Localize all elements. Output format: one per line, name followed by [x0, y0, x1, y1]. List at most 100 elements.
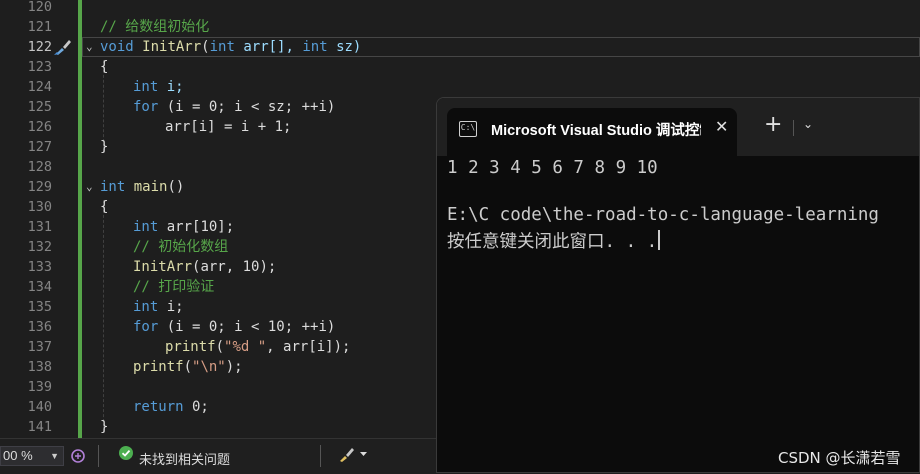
- code-text: arr[i] = i + 1;: [165, 119, 292, 135]
- line-number: 138: [27, 359, 52, 375]
- line-number: 129: [27, 179, 52, 195]
- indent-guide: [103, 200, 104, 432]
- line-number: 120: [27, 0, 52, 15]
- status-separator: [320, 445, 321, 467]
- line-number: 127: [27, 139, 52, 155]
- watermark: CSDN @长潇若雪: [778, 449, 901, 467]
- comment: // 打印验证: [133, 279, 215, 295]
- line-number: 126: [27, 119, 52, 135]
- keyword: for: [133, 319, 159, 335]
- code-text: );: [225, 359, 243, 375]
- code-line-124: int i;: [133, 77, 184, 97]
- tab-title: Microsoft Visual Studio 调试控制台: [491, 123, 701, 139]
- code-line-140: return 0;: [133, 397, 209, 417]
- keyword: int: [133, 79, 159, 95]
- console-prompt-text: 按任意键关闭此窗口. . .: [447, 232, 658, 252]
- line-number: 131: [27, 219, 52, 235]
- code-line-131: int arr[10];: [133, 217, 234, 237]
- line-number: 124: [27, 79, 52, 95]
- line-number: 123: [27, 59, 52, 75]
- line-number: 139: [27, 379, 52, 395]
- code-line-121: // 给数组初始化: [100, 17, 209, 37]
- punct: (: [201, 39, 210, 55]
- string-literal: "\n": [192, 359, 226, 375]
- comment: // 给数组初始化: [100, 19, 210, 35]
- code-line-127: }: [100, 137, 108, 157]
- line-number: 132: [27, 239, 52, 255]
- line-number: 130: [27, 199, 52, 215]
- line-number: 137: [27, 339, 52, 355]
- keyword: int: [100, 179, 126, 195]
- brace: {: [100, 199, 109, 215]
- code-line-134: // 打印验证: [133, 277, 214, 297]
- keyword: void: [100, 39, 134, 55]
- console-output-line: 1 2 3 4 5 6 7 8 9 10: [447, 158, 658, 178]
- line-number: 136: [27, 319, 52, 335]
- line-number: 134: [27, 279, 52, 295]
- brace: {: [100, 59, 109, 75]
- zoom-select[interactable]: 00 % ▼: [0, 446, 64, 466]
- line-number: 141: [27, 419, 52, 435]
- code-text: (arr, 10);: [192, 259, 277, 275]
- function-name: InitArr: [133, 259, 193, 275]
- chevron-down-icon: ▼: [50, 451, 59, 461]
- changed-lines-bar: [78, 0, 82, 438]
- code-line-133: InitArr(arr, 10);: [133, 257, 276, 277]
- code-text: (i = 0; i < 10; ++i): [158, 319, 336, 335]
- code-text: i;: [158, 299, 184, 315]
- issues-status[interactable]: 未找到相关问题: [139, 449, 230, 468]
- code-text: , arr[i]);: [266, 339, 351, 355]
- fold-chevron-icon[interactable]: ⌄: [86, 37, 93, 57]
- console-tab[interactable]: C:\ Microsoft Visual Studio 调试控制台 ✕: [447, 108, 737, 156]
- text-cursor: [658, 230, 661, 250]
- string-literal: "%d ": [224, 339, 267, 355]
- console-output-line: E:\C code\the-road-to-c-language-learnin…: [447, 205, 879, 225]
- keyword: for: [133, 99, 159, 115]
- code-line-122: void InitArr(int arr[], int sz): [100, 37, 361, 57]
- punct: (: [215, 339, 225, 355]
- code-line-130: {: [100, 197, 108, 217]
- function-name: printf: [165, 339, 216, 355]
- line-number: 121: [27, 19, 52, 35]
- keyword: int: [133, 299, 159, 315]
- brush-icon[interactable]: [53, 38, 73, 56]
- debug-console-window[interactable]: C:\ Microsoft Visual Studio 调试控制台 ✕ + ⌄ …: [436, 97, 920, 473]
- code-text: 0;: [183, 399, 209, 415]
- console-icon: C:\: [459, 121, 477, 137]
- code-line-136: for (i = 0; i < 10; ++i): [133, 317, 335, 337]
- chevron-down-icon[interactable]: ⌄: [803, 117, 813, 131]
- line-number: 133: [27, 259, 52, 275]
- check-circle-icon: [119, 446, 133, 460]
- code-line-137: printf("%d ", arr[i]);: [165, 337, 350, 357]
- line-number: 135: [27, 299, 52, 315]
- comment: // 初始化数组: [133, 239, 229, 255]
- params: sz): [327, 39, 362, 55]
- code-line-141: }: [100, 417, 108, 437]
- code-text: arr[10];: [158, 219, 235, 235]
- function-name: printf: [133, 359, 184, 375]
- code-line-138: printf("\n");: [133, 357, 243, 377]
- code-line-135: int i;: [133, 297, 184, 317]
- code-line-129: int main(): [100, 177, 184, 197]
- status-separator: [98, 445, 99, 467]
- titlebar-separator: [793, 120, 794, 136]
- keyword: return: [133, 399, 184, 415]
- punct: (: [183, 359, 193, 375]
- brush-dropdown-icon[interactable]: [338, 445, 368, 463]
- line-number-active: 122: [27, 39, 52, 55]
- code-line-123: {: [100, 57, 108, 77]
- console-titlebar: C:\ Microsoft Visual Studio 调试控制台 ✕ + ⌄: [437, 98, 919, 156]
- line-number: 140: [27, 399, 52, 415]
- code-text: i;: [158, 79, 184, 95]
- debug-icon[interactable]: [70, 448, 86, 464]
- code-line-126: arr[i] = i + 1;: [165, 117, 291, 137]
- punct: (): [167, 179, 185, 195]
- line-number: 125: [27, 99, 52, 115]
- function-name: main: [133, 179, 168, 195]
- fold-chevron-icon[interactable]: ⌄: [86, 177, 93, 197]
- zoom-value: 00 %: [3, 448, 33, 463]
- keyword: int: [133, 219, 159, 235]
- add-tab-icon[interactable]: +: [764, 113, 782, 137]
- params: arr[],: [234, 39, 303, 55]
- close-icon[interactable]: ✕: [715, 117, 728, 136]
